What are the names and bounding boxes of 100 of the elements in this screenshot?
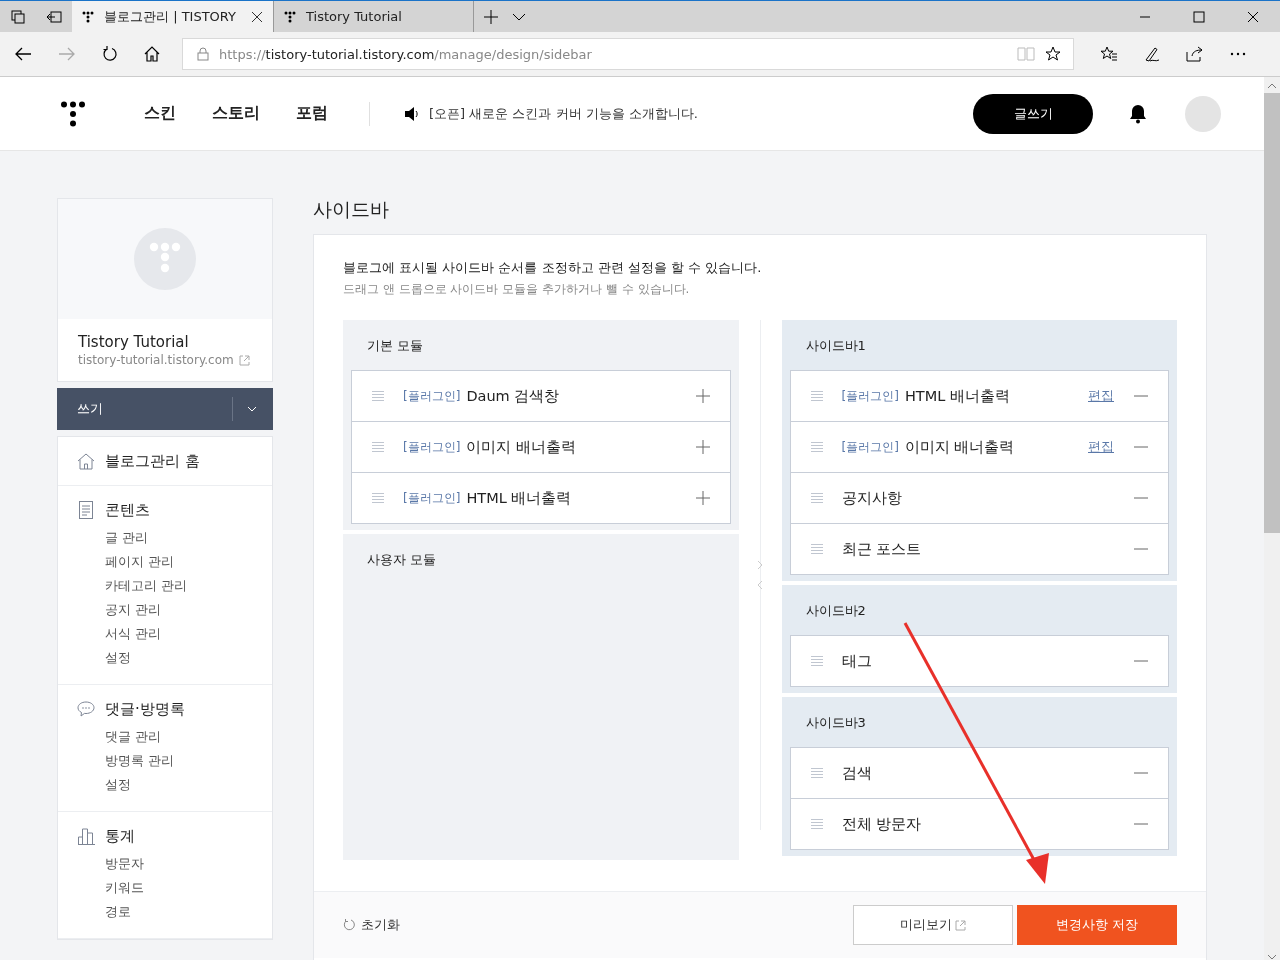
external-link-icon xyxy=(955,919,966,931)
module-row[interactable]: 태그 xyxy=(790,636,1168,686)
lock-icon xyxy=(197,47,209,61)
drag-handle-icon[interactable] xyxy=(810,656,823,666)
nav-link[interactable]: 스토리 xyxy=(212,103,260,124)
nav-link[interactable]: 포럼 xyxy=(296,103,328,124)
drag-handle-icon[interactable] xyxy=(372,493,384,503)
menu-item[interactable]: 설정 xyxy=(105,773,272,797)
close-icon[interactable] xyxy=(1247,10,1259,23)
chevron-right-icon xyxy=(757,560,763,570)
drag-handle-icon[interactable] xyxy=(810,819,823,829)
menu-item[interactable]: 카테고리 관리 xyxy=(105,574,272,598)
forward-arrow-icon[interactable] xyxy=(58,47,76,61)
menu-item[interactable]: 방명록 관리 xyxy=(105,749,272,773)
group-title: 사이드바1 xyxy=(804,337,867,355)
drag-handle-icon[interactable] xyxy=(810,544,823,554)
module-row[interactable]: [플러그인] HTML 배너출력 편집 xyxy=(790,371,1168,421)
refresh-icon[interactable] xyxy=(102,46,118,62)
module-name: 공지사항 xyxy=(841,488,902,508)
module-row[interactable]: [플러그인] HTML 배너출력 xyxy=(352,472,730,523)
menu-item[interactable]: 경로 xyxy=(105,900,272,924)
menu-item[interactable]: 공지 관리 xyxy=(105,598,272,622)
notice-link[interactable]: [오픈] 새로운 스킨과 커버 기능을 소개합니다. xyxy=(429,104,698,123)
plugin-tag: [플러그인] xyxy=(841,387,899,405)
bar-chart-icon xyxy=(77,827,95,845)
menu-item[interactable]: 방문자 xyxy=(105,852,272,876)
home-icon[interactable] xyxy=(144,46,160,62)
drag-handle-icon[interactable] xyxy=(810,442,823,452)
module-name: 전체 방문자 xyxy=(841,814,922,834)
group-title: 사이드바3 xyxy=(804,714,867,732)
tistory-logo-icon[interactable] xyxy=(60,100,86,127)
address-field[interactable]: https://tistory-tutorial.tistory.com/manage/design/sidebar xyxy=(182,38,1074,70)
group-title: 사용자 모듈 xyxy=(366,551,438,569)
write-menu-button[interactable]: 쓰기 xyxy=(57,388,273,430)
scroll-up-icon[interactable] xyxy=(1267,83,1277,89)
dots-logo-icon xyxy=(284,10,296,23)
module-name: HTML 배너출력 xyxy=(904,386,1010,406)
drag-handle-icon[interactable] xyxy=(372,391,384,401)
drag-handle-icon[interactable] xyxy=(372,442,384,452)
drag-handle-icon[interactable] xyxy=(810,768,823,778)
plugin-tag: [플러그인] xyxy=(403,438,461,456)
module-name: 이미지 배너출력 xyxy=(904,437,1015,457)
description-text: 블로그에 표시될 사이드바 순서를 조정하고 관련 설정을 할 수 있습니다. xyxy=(343,259,763,277)
module-row[interactable]: 최근 포스트 xyxy=(790,523,1168,574)
menu-group-link[interactable]: 댓글·방명록 xyxy=(105,699,185,719)
pen-icon[interactable] xyxy=(1144,46,1160,62)
edit-link[interactable]: 편집 xyxy=(1088,438,1114,456)
module-row[interactable]: 전체 방문자 xyxy=(790,798,1168,849)
add-icon[interactable] xyxy=(695,491,710,505)
menu-group-link[interactable]: 콘텐츠 xyxy=(105,500,150,520)
menu-item[interactable]: 페이지 관리 xyxy=(105,550,272,574)
reading-view-icon[interactable] xyxy=(1017,47,1035,61)
maximize-icon[interactable] xyxy=(1193,10,1205,23)
blog-url-link[interactable]: tistory-tutorial.tistory.com xyxy=(78,353,234,367)
write-button[interactable]: 글쓰기 xyxy=(973,93,1093,134)
new-tab-icon[interactable] xyxy=(484,9,498,24)
menu-item[interactable]: 키워드 xyxy=(105,876,272,900)
add-icon[interactable] xyxy=(695,389,710,403)
menu-item[interactable]: 설정 xyxy=(105,646,272,670)
scroll-down-icon[interactable] xyxy=(1267,954,1277,960)
preview-button[interactable]: 미리보기 xyxy=(853,905,1013,945)
favorites-list-icon[interactable] xyxy=(1100,46,1118,62)
more-icon[interactable] xyxy=(1230,52,1246,56)
tab-list-icon[interactable] xyxy=(11,9,25,24)
add-icon[interactable] xyxy=(695,440,710,454)
set-aside-tabs-icon[interactable] xyxy=(46,10,62,23)
bell-icon[interactable] xyxy=(1129,103,1147,124)
module-row[interactable]: [플러그인] 이미지 배너출력 편집 xyxy=(790,421,1168,472)
blog-name: Tistory Tutorial xyxy=(78,333,190,351)
menu-group-link[interactable]: 블로그관리 홈 xyxy=(105,451,200,471)
module-row[interactable]: 공지사항 xyxy=(790,472,1168,523)
edit-link[interactable]: 편집 xyxy=(1088,387,1114,405)
module-name: 최근 포스트 xyxy=(841,539,922,559)
speaker-icon xyxy=(404,106,420,121)
module-row[interactable]: [플러그인] 이미지 배너출력 xyxy=(352,421,730,472)
menu-item[interactable]: 서식 관리 xyxy=(105,622,272,646)
module-name: 이미지 배너출력 xyxy=(466,437,576,457)
module-row[interactable]: 검색 xyxy=(790,748,1168,798)
avatar[interactable] xyxy=(1185,95,1221,132)
menu-group-link[interactable]: 통계 xyxy=(105,826,135,846)
blog-logo-icon xyxy=(134,228,196,290)
module-name: HTML 배너출력 xyxy=(466,488,572,508)
share-icon[interactable] xyxy=(1186,46,1204,62)
menu-item[interactable]: 댓글 관리 xyxy=(105,725,272,749)
reset-button[interactable]: 초기화 xyxy=(343,916,400,934)
drag-handle-icon[interactable] xyxy=(810,391,823,401)
chevron-down-icon[interactable] xyxy=(512,12,526,21)
nav-link[interactable]: 스킨 xyxy=(144,103,176,124)
save-button[interactable]: 변경사항 저장 xyxy=(1017,905,1177,945)
module-row[interactable]: [플러그인] Daum 검색창 xyxy=(352,371,730,421)
close-icon[interactable] xyxy=(251,10,263,23)
menu-item[interactable]: 글 관리 xyxy=(105,526,272,550)
module-name: 검색 xyxy=(841,763,872,783)
scrollbar-thumb[interactable] xyxy=(1264,93,1280,533)
drag-handle-icon[interactable] xyxy=(810,493,823,503)
external-link-icon[interactable] xyxy=(238,354,250,366)
browser-tab[interactable]: 블로그관리 | TISTORY xyxy=(72,1,274,32)
star-icon[interactable] xyxy=(1045,46,1061,62)
back-arrow-icon[interactable] xyxy=(14,47,32,61)
speech-bubble-icon xyxy=(77,701,95,717)
